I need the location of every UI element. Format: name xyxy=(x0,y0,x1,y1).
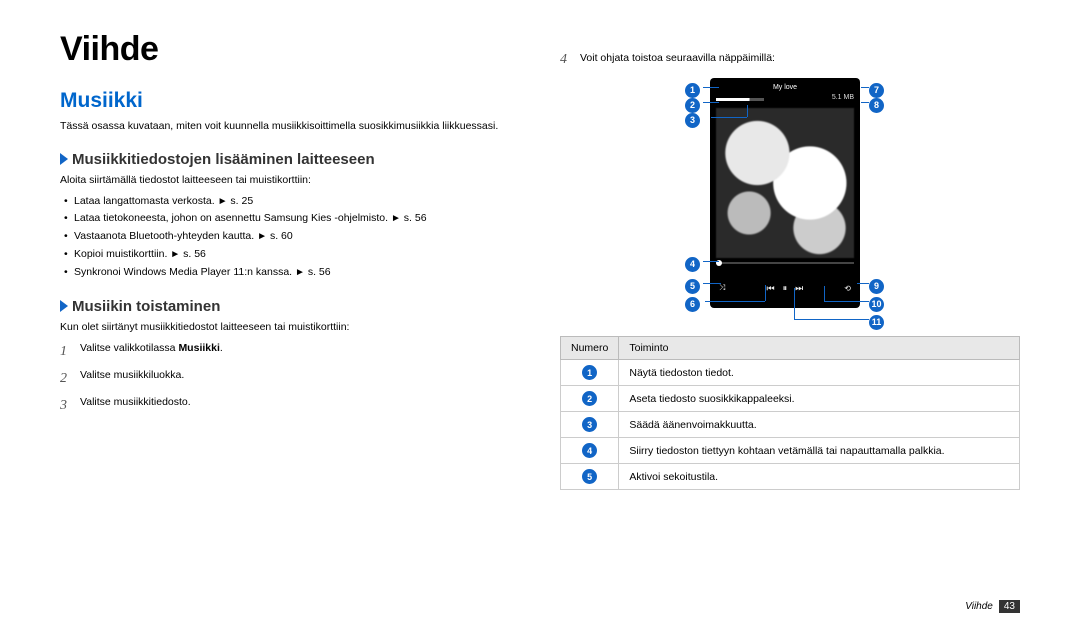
track-title: My love xyxy=(710,84,860,91)
table-header-number: Numero xyxy=(561,337,619,360)
page-number: 43 xyxy=(999,600,1020,613)
intro-text: Tässä osassa kuvataan, miten voit kuunne… xyxy=(60,119,520,135)
callout-badge: 9 xyxy=(869,279,884,294)
subheading-playback: Musiikin toistaminen xyxy=(60,298,520,315)
play-icon: ⏸ xyxy=(783,283,788,294)
table-row: 5Aktivoi sekoitustila. xyxy=(561,464,1020,490)
player-diagram: My love 5.1 MB ⤨ ⏮ ⏸ ⏭ ⟲ 1 2 3 4 xyxy=(625,78,955,318)
list-item: Synkronoi Windows Media Player 11:n kans… xyxy=(64,264,520,282)
callout-badge: 6 xyxy=(685,297,700,312)
table-row: 2Aseta tiedosto suosikkikappaleeksi. xyxy=(561,386,1020,412)
step-4-lead: 4Voit ohjata toistoa seuraavilla näppäim… xyxy=(560,52,1020,68)
chevron-icon xyxy=(60,153,68,165)
callout-badge: 3 xyxy=(685,113,700,128)
function-table: Numero Toiminto 1Näytä tiedoston tiedot.… xyxy=(560,336,1020,490)
list-item: Vastaanota Bluetooth-yhteyden kautta. ► … xyxy=(64,228,520,246)
prev-icon: ⏮ xyxy=(766,283,774,294)
step-list: 1 Valitse valikkotilassa Musiikki. 2Vali… xyxy=(60,339,520,419)
file-size: 5.1 MB xyxy=(832,94,854,101)
step-item: 1 Valitse valikkotilassa Musiikki. xyxy=(60,339,520,366)
bullet-list: Lataa langattomasta verkosta. ► s. 25 La… xyxy=(64,193,520,282)
table-row: 3Säädä äänenvoimakkuutta. xyxy=(561,412,1020,438)
callout-badge: 10 xyxy=(869,297,884,312)
progress-bar xyxy=(716,262,854,264)
page-title: Viihde xyxy=(60,30,520,69)
subheading-lead: Kun olet siirtänyt musiikkitiedostot lai… xyxy=(60,320,520,336)
subheading-add-files: Musiikkitiedostojen lisääminen laitteese… xyxy=(60,151,520,168)
callout-badge: 8 xyxy=(869,98,884,113)
table-row: 4Siirry tiedoston tiettyyn kohtaan vetäm… xyxy=(561,438,1020,464)
subheading-lead: Aloita siirtämällä tiedostot laitteeseen… xyxy=(60,173,520,189)
next-icon: ⏭ xyxy=(795,283,803,294)
table-header-function: Toiminto xyxy=(619,337,1020,360)
chevron-icon xyxy=(60,300,68,312)
page-footer: Viihde 43 xyxy=(965,600,1020,613)
callout-badge: 11 xyxy=(869,315,884,330)
repeat-icon: ⟲ xyxy=(844,284,851,293)
step-item: 2Valitse musiikkiluokka. xyxy=(60,366,520,393)
callout-badge: 5 xyxy=(685,279,700,294)
callout-badge: 4 xyxy=(685,257,700,272)
section-heading: Musiikki xyxy=(60,89,520,113)
phone-screenshot: My love 5.1 MB ⤨ ⏮ ⏸ ⏭ ⟲ xyxy=(710,78,860,308)
list-item: Kopioi muistikorttiin. ► s. 56 xyxy=(64,246,520,264)
player-controls: ⤨ ⏮ ⏸ ⏭ ⟲ xyxy=(716,276,854,300)
table-row: 1Näytä tiedoston tiedot. xyxy=(561,360,1020,386)
list-item: Lataa tietokoneesta, johon on asennettu … xyxy=(64,210,520,228)
list-item: Lataa langattomasta verkosta. ► s. 25 xyxy=(64,193,520,211)
album-art xyxy=(716,108,854,258)
shuffle-icon: ⤨ xyxy=(719,283,725,293)
volume-bar xyxy=(716,98,764,101)
step-item: 3Valitse musiikkitiedosto. xyxy=(60,393,520,420)
